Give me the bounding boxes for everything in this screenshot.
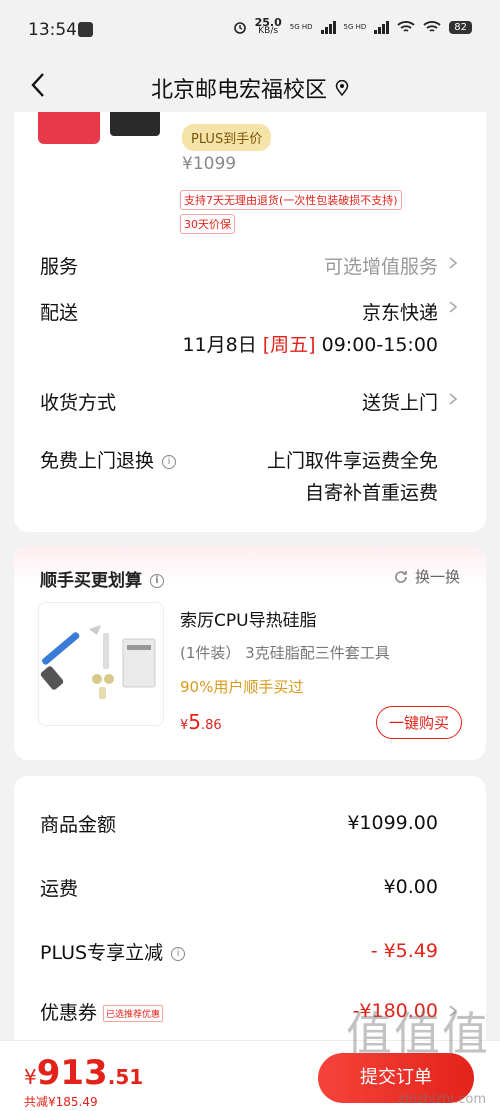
speed-unit: KB/s	[258, 26, 279, 36]
addon-item-name[interactable]: 索厉CPU导热硅脂	[180, 606, 317, 631]
addon-item-image[interactable]	[38, 602, 164, 726]
total-dec: .51	[107, 1065, 144, 1089]
delivery-time: 09:00-15:00	[321, 334, 438, 356]
freight-value: ¥0.00	[383, 876, 438, 898]
address-title: 北京邮电宏福校区	[150, 78, 327, 103]
nav-bar: 北京邮电宏福校区	[0, 62, 500, 112]
signal-1-label: 5G HD	[290, 23, 313, 31]
delivery-weekday: [周五]	[262, 334, 316, 356]
one-click-buy-button[interactable]: 一键购买	[375, 706, 462, 739]
receive-value: 送货上门	[361, 392, 438, 414]
info-icon[interactable]: i	[162, 454, 177, 469]
addon-title: 顺手买更划算 i	[40, 566, 164, 591]
plus-price-tag: PLUS到手价	[182, 124, 272, 151]
product-price: ¥1099	[182, 154, 237, 174]
order-detail-card: PLUS到手价 ¥1099 支持7天无理由退货(一次性包装破损不支持) 30天价…	[14, 112, 486, 532]
addon-item-spec: (1件装） 3克硅脂配三件套工具	[180, 644, 390, 662]
delivery-value: 京东快递	[361, 302, 438, 324]
swap-button[interactable]: 换一换	[393, 566, 460, 587]
goods-amount-value: ¥1099.00	[347, 812, 438, 834]
watermark-url: zhizhizhi.com	[398, 1092, 486, 1107]
addon-title-text: 顺手买更划算	[40, 571, 142, 591]
chevron-right-icon	[449, 301, 458, 313]
product-thumbnail-2[interactable]	[110, 112, 160, 136]
delivery-label: 配送	[40, 302, 79, 324]
status-indicators: 25.0 KB/s 5G HD 5G HD 82	[233, 17, 472, 36]
status-bar: 13:54 25.0 KB/s 5G HD 5G HD 82	[0, 0, 500, 62]
info-icon[interactable]: i	[150, 574, 164, 588]
total-amount: ¥913.51	[24, 1053, 143, 1093]
service-value: 可选增值服务	[323, 256, 438, 278]
wifi-icon-2	[423, 20, 441, 32]
watermark-logo: 值值值	[346, 1007, 490, 1061]
signal-bars-1-icon	[320, 20, 336, 34]
wifi-icon	[397, 20, 415, 32]
price-protect-tag: 30天价保	[180, 214, 235, 234]
addon-card: 顺手买更划算 i 换一换 索厉CPU导热硅脂 (1件装） 3克硅脂配三件套工具 9…	[14, 546, 486, 760]
nav-title[interactable]: 北京邮电宏福校区	[0, 72, 500, 104]
location-pin-icon	[335, 80, 349, 96]
total-int: 913	[36, 1053, 108, 1093]
price-dec: .86	[201, 718, 222, 733]
service-label: 服务	[40, 256, 79, 278]
free-return-label: 免费上门退换 i	[40, 446, 177, 473]
addon-item-popularity: 90%用户顺手买过	[180, 678, 304, 696]
chevron-right-icon	[449, 393, 458, 405]
free-return-line2: 自寄补首重运费	[304, 482, 438, 504]
freight-label: 运费	[40, 878, 79, 900]
info-icon[interactable]: i	[171, 946, 186, 961]
coupon-label: 优惠券 已选推荐优惠	[40, 998, 164, 1025]
refresh-icon	[395, 570, 407, 583]
coupon-recommend-tag: 已选推荐优惠	[103, 1005, 164, 1022]
chevron-right-icon	[449, 257, 458, 269]
plus-discount-label: PLUS专享立减 i	[40, 938, 186, 965]
network-speed: 25.0 KB/s	[255, 17, 282, 36]
delivery-date: 11月8日	[182, 334, 257, 356]
addon-item-price: ¥5.86	[180, 710, 222, 734]
battery-icon: 82	[449, 20, 472, 34]
delivery-schedule: 11月8日 [周五] 09:00-15:00	[182, 330, 438, 357]
free-return-text: 免费上门退换	[40, 450, 155, 472]
signal-bars-2-icon	[374, 20, 390, 34]
net2-text: 5G HD	[343, 23, 367, 31]
total-saved: 共减¥185.49	[24, 1095, 98, 1109]
plus-discount-value: - ¥5.49	[370, 940, 438, 962]
return-policy-tag: 支持7天无理由退货(一次性包装破损不支持)	[180, 190, 402, 210]
coupon-text: 优惠券	[40, 1002, 98, 1024]
alarm-icon	[233, 22, 246, 34]
net1-text: 5G HD	[289, 23, 313, 31]
app-notification-icon	[78, 22, 93, 37]
product-thumbnail[interactable]	[38, 112, 100, 144]
goods-amount-label: 商品金额	[40, 814, 117, 836]
status-time: 13:54	[28, 20, 77, 40]
receive-label: 收货方式	[40, 392, 117, 414]
free-return-line1: 上门取件享运费全免	[266, 450, 438, 472]
price-int: 5	[188, 710, 202, 734]
total-yen: ¥	[24, 1065, 37, 1089]
plus-discount-text: PLUS专享立减	[40, 942, 164, 964]
swap-label: 换一换	[414, 568, 460, 586]
signal-2-label: 5G HD	[344, 23, 367, 31]
thermal-paste-illustration	[40, 625, 156, 699]
